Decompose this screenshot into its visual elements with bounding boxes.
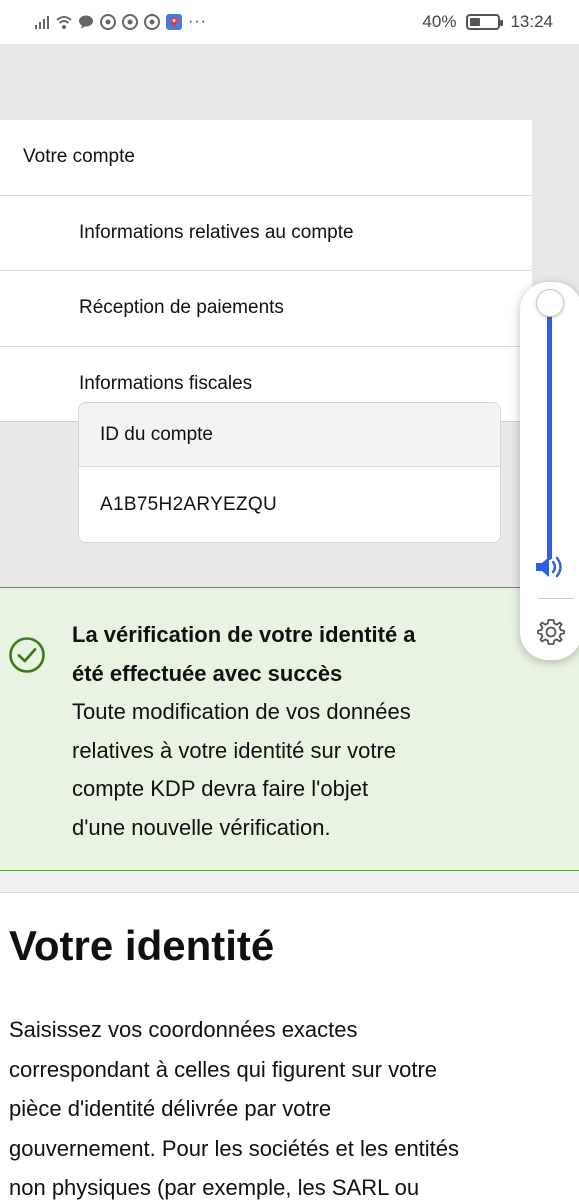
identity-heading: Votre identité [9,922,275,969]
signal-icon [35,16,49,29]
alert-body-line: Toute modification de vos données [72,699,411,724]
alert-title-line2: été effectuée avec succès [72,660,343,686]
volume-slider-track[interactable] [547,314,552,560]
alert-body-line: d'une nouvelle vérification. [72,814,331,840]
alert-body-line: compte KDP devra faire l'objet [72,776,369,801]
maps-icon [166,14,182,30]
wifi-icon [56,16,72,29]
account-menu: Votre compte Informations relatives au c… [0,120,532,422]
account-id-header: ID du compte [79,403,500,467]
menu-item-label: Informations relatives au compte [79,221,354,243]
account-id-value: A1B75H2ARYEZQU [100,493,278,515]
battery-icon [466,14,504,30]
alert-body-line: relatives à votre identité sur votre [72,737,397,763]
battery-fill [470,18,481,26]
menu-item-label: Informations fiscales [79,372,253,394]
identity-description: Saisissez vos coordonnées exactes corres… [9,1010,569,1200]
volume-slider-handle[interactable] [536,289,564,317]
gear-icon[interactable] [535,616,567,648]
identity-desc-line: Saisissez vos coordonnées exactes [9,1017,358,1042]
check-circle-icon [9,637,45,673]
volume-panel [520,282,579,660]
section-divider [0,871,579,893]
identity-desc-line: gouvernement. Pour les sociétés et les e… [9,1135,460,1161]
more-icon: ··· [188,13,207,30]
identity-desc-line: correspondant à celles qui figurent sur … [9,1056,438,1082]
status-icons-right: 40% 13:24 [422,12,553,32]
menu-item-label: Réception de paiements [79,297,284,319]
chat-icon [79,15,93,29]
alert-title-line1: La vérification de votre identité a [72,622,416,647]
volume-divider [538,598,574,599]
menu-item-account-info[interactable]: Informations relatives au compte [0,196,532,271]
status-bar: ··· 40% 13:24 [0,0,579,44]
verification-success-alert: La vérification de votre identité a été … [0,587,579,871]
clock: 13:24 [510,12,553,31]
battery-percent: 40% [422,12,457,31]
alert-content: La vérification de votre identité a été … [72,616,512,847]
chrome-icon [144,14,160,30]
menu-section-title: Votre compte [23,146,135,168]
menu-item-payments[interactable]: Réception de paiements [0,271,532,347]
account-id-card: ID du compte A1B75H2ARYEZQU [78,402,501,543]
speaker-icon[interactable] [534,552,568,582]
status-icons-left: ··· [34,13,207,31]
identity-desc-line: pièce d'identité délivrée par votre [9,1096,332,1121]
chrome-icon [100,14,116,30]
chrome-icon [122,14,138,30]
menu-section-your-account[interactable]: Votre compte [0,120,532,196]
identity-desc-line: non physiques (par exemple, les SARL ou [9,1175,420,1200]
